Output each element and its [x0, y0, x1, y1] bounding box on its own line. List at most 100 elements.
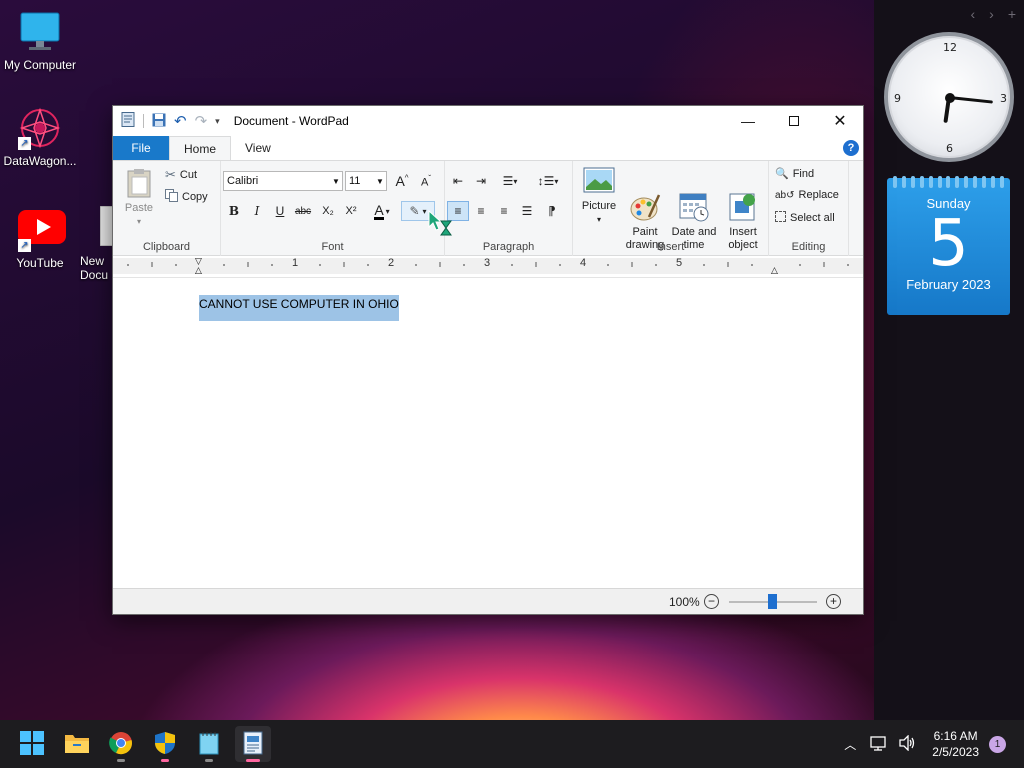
line-spacing-button[interactable]: ↕☰ ▾: [533, 171, 563, 191]
right-indent-marker[interactable]: △: [771, 265, 778, 276]
chevron-left-icon[interactable]: ‹: [970, 6, 975, 22]
ruler[interactable]: 1 2 3 4 5 ▽ △ △: [113, 256, 863, 278]
bullets-button[interactable]: ☰ ▾: [495, 171, 525, 191]
subscript-button[interactable]: X₂: [317, 201, 339, 221]
paint-drawing-button[interactable]: Paint drawing: [623, 165, 667, 252]
chevron-right-icon[interactable]: ›: [989, 6, 994, 22]
superscript-button[interactable]: X²: [340, 201, 362, 221]
notification-badge[interactable]: 1: [989, 735, 1006, 753]
justify-button[interactable]: ☰: [516, 201, 538, 221]
tab-view[interactable]: View: [231, 136, 285, 160]
paste-button[interactable]: Paste ▾: [121, 167, 157, 228]
paragraph-settings-button[interactable]: ⁋: [541, 201, 563, 221]
clipboard-icon: [123, 167, 155, 199]
title-bar[interactable]: ↶ ↷ ▾ Document - WordPad — ✕: [113, 106, 863, 136]
picture-label: Picture: [581, 200, 617, 212]
italic-button[interactable]: I: [246, 201, 268, 221]
ribbon-tabs: File Home View ?: [113, 136, 863, 160]
taskbar-chrome[interactable]: [103, 726, 139, 762]
font-size-select[interactable]: 11 ▼: [345, 171, 387, 191]
justify-icon: ☰: [521, 204, 533, 218]
ruler-tick: [799, 264, 801, 266]
text-color-icon: A: [374, 201, 384, 220]
increase-indent-button[interactable]: ⇥: [470, 171, 492, 191]
desktop-icon-new-document[interactable]: New Docu: [76, 206, 112, 282]
copy-icon: [165, 189, 178, 205]
find-button[interactable]: 🔍 Find: [775, 167, 814, 181]
undo-icon[interactable]: ↶: [174, 112, 187, 130]
maximize-button[interactable]: [771, 106, 817, 136]
document-icon: [99, 206, 112, 250]
ruler-tick: [175, 264, 177, 266]
chevron-up-icon[interactable]: ︿: [844, 736, 856, 753]
ruler-tick: [271, 264, 273, 266]
shortcut-arrow-icon: ↗: [18, 137, 31, 150]
insert-object-button[interactable]: Insert object: [721, 165, 765, 252]
insert-picture-button[interactable]: Picture ▾: [577, 165, 621, 226]
taskbar-date: 2/5/2023: [932, 745, 979, 759]
decrease-indent-button[interactable]: ⇤: [447, 171, 469, 191]
left-indent-marker[interactable]: △: [195, 265, 202, 276]
bold-button[interactable]: B: [223, 201, 245, 221]
ruler-tick: [559, 264, 561, 266]
close-button[interactable]: ✕: [817, 106, 863, 136]
system-tray: ︿ 6:16 AM 2/5/2023 1: [844, 720, 1024, 768]
redo-icon[interactable]: ↷: [195, 112, 208, 130]
zoom-slider-thumb[interactable]: [768, 594, 777, 609]
taskbar-security[interactable]: [147, 726, 183, 762]
ruler-tick: [463, 264, 465, 266]
binoculars-icon: 🔍: [775, 168, 789, 180]
align-center-icon: ≡: [477, 204, 485, 218]
tab-home[interactable]: Home: [169, 136, 232, 160]
calendar-clock-icon: [678, 178, 710, 222]
network-icon[interactable]: [870, 735, 888, 754]
zoom-in-button[interactable]: +: [826, 594, 841, 609]
paragraph-icon: ⁋: [548, 204, 556, 218]
document-text[interactable]: CANNOT USE COMPUTER IN OHIO: [199, 295, 399, 321]
text-color-button[interactable]: A ▾: [367, 201, 397, 221]
help-button[interactable]: ?: [843, 140, 859, 156]
date-time-button[interactable]: Date and time: [669, 165, 719, 252]
underline-button[interactable]: U: [269, 201, 291, 221]
desktop-icon-my-computer[interactable]: My Computer: [0, 10, 80, 72]
notepad-icon: [199, 731, 219, 758]
align-right-button[interactable]: ≡: [493, 201, 515, 221]
ruler-number: 4: [580, 257, 587, 269]
chrome-icon: [109, 731, 133, 758]
group-label: Clipboard: [142, 241, 191, 253]
zoom-out-button[interactable]: −: [704, 594, 719, 609]
select-all-button[interactable]: Select all: [775, 211, 835, 225]
tab-file[interactable]: File: [113, 136, 169, 160]
volume-icon[interactable]: [898, 733, 916, 754]
desktop-icon-datawagon[interactable]: ↗ DataWagon...: [0, 106, 80, 168]
start-button[interactable]: [14, 726, 50, 762]
clock-numeral: 9: [894, 92, 901, 105]
replace-button[interactable]: ab↺ Replace: [775, 189, 839, 201]
save-icon[interactable]: [152, 113, 166, 130]
cut-button[interactable]: ✂ Cut: [165, 167, 197, 183]
desktop-icon-youtube[interactable]: ↗ YouTube: [0, 208, 80, 270]
customize-qat-icon[interactable]: ▾: [215, 116, 220, 127]
taskbar-file-explorer[interactable]: [59, 726, 95, 762]
picture-icon: [583, 165, 615, 197]
taskbar-wordpad[interactable]: [235, 726, 271, 762]
add-icon[interactable]: +: [1008, 6, 1016, 22]
group-label: Editing: [791, 241, 826, 253]
document-area[interactable]: CANNOT USE COMPUTER IN OHIO: [113, 279, 863, 589]
wordpad-app-icon[interactable]: [121, 112, 135, 130]
clock-minute-hand: [948, 95, 993, 104]
copy-button[interactable]: Copy: [165, 189, 208, 205]
calendar-widget[interactable]: Sunday 5 February 2023: [887, 176, 1010, 315]
analog-clock-widget[interactable]: 12 3 6 9: [884, 32, 1014, 162]
font-family-select[interactable]: Calibri ▼: [223, 171, 343, 191]
desktop-icon-label: YouTube: [16, 256, 64, 270]
strikethrough-button[interactable]: abc: [292, 201, 314, 221]
align-center-button[interactable]: ≡: [470, 201, 492, 221]
taskbar-clock[interactable]: 6:16 AM 2/5/2023: [932, 728, 979, 760]
minimize-button[interactable]: —: [725, 106, 771, 136]
replace-label: Replace: [798, 189, 839, 201]
grow-font-button[interactable]: A^: [391, 171, 413, 191]
shrink-font-button[interactable]: Aˇ: [415, 171, 437, 191]
object-icon: [727, 178, 759, 221]
taskbar-notepad[interactable]: [191, 726, 227, 762]
